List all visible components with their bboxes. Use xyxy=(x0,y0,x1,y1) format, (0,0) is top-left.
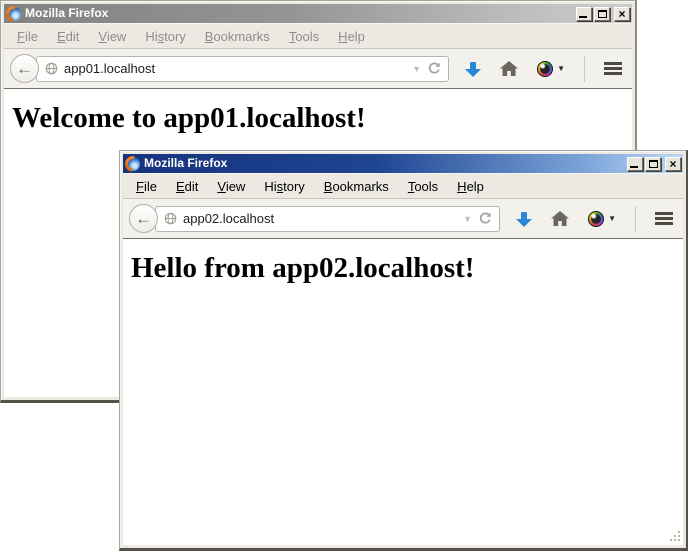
chevron-down-icon: ▼ xyxy=(608,214,616,223)
hamburger-menu-button[interactable] xyxy=(604,62,622,75)
url-dropdown-icon[interactable]: ▼ xyxy=(412,64,421,74)
reload-icon[interactable] xyxy=(427,61,442,76)
menu-file[interactable]: File xyxy=(129,176,164,197)
close-icon: × xyxy=(618,9,625,19)
maximize-button[interactable] xyxy=(645,157,661,171)
minimize-icon xyxy=(630,166,638,168)
close-icon: × xyxy=(669,159,676,169)
title-bar[interactable]: Mozilla Firefox × xyxy=(4,4,632,23)
url-text[interactable]: app01.localhost xyxy=(64,61,406,76)
maximize-button[interactable] xyxy=(594,7,610,21)
download-button[interactable] xyxy=(465,61,481,77)
menu-help[interactable]: Help xyxy=(331,26,372,47)
menu-bookmarks[interactable]: Bookmarks xyxy=(198,26,277,47)
back-button[interactable]: ← xyxy=(10,54,39,83)
globe-icon xyxy=(164,212,177,225)
desktop: Mozilla Firefox × FileEditViewHistoryBoo… xyxy=(0,0,688,551)
menu-tools[interactable]: Tools xyxy=(401,176,445,197)
menu-view[interactable]: View xyxy=(91,26,133,47)
url-dropdown-icon[interactable]: ▼ xyxy=(463,214,472,224)
minimize-button[interactable] xyxy=(627,157,643,171)
hamburger-menu-button[interactable] xyxy=(655,212,673,225)
resize-grip[interactable] xyxy=(668,530,681,543)
navigation-toolbar: ← app02.localhost ▼ xyxy=(123,198,683,239)
menu-edit[interactable]: Edit xyxy=(50,26,86,47)
menu-history[interactable]: History xyxy=(138,26,192,47)
url-bar[interactable]: app02.localhost ▼ xyxy=(155,206,500,232)
menu-history[interactable]: History xyxy=(257,176,311,197)
window-title: Mozilla Firefox xyxy=(25,6,572,21)
download-button[interactable] xyxy=(516,211,532,227)
menu-tools[interactable]: Tools xyxy=(282,26,326,47)
addon-menu-button[interactable]: ▼ xyxy=(537,61,565,77)
home-button[interactable] xyxy=(551,211,569,227)
menu-view[interactable]: View xyxy=(210,176,252,197)
firefox-window-app02: Mozilla Firefox × FileEditViewHistory Boo… xyxy=(119,150,688,551)
globe-icon xyxy=(45,62,58,75)
chevron-down-icon: ▼ xyxy=(557,64,565,73)
title-bar[interactable]: Mozilla Firefox × xyxy=(123,154,683,173)
maximize-icon xyxy=(598,10,607,18)
firefox-logo-icon xyxy=(126,157,140,171)
back-arrow-icon: ← xyxy=(16,59,33,79)
menu-bookmarks[interactable]: Bookmarks xyxy=(317,176,396,197)
reload-icon[interactable] xyxy=(478,211,493,226)
page-content: Hello from app02.localhost! xyxy=(123,239,683,545)
color-wheel-icon xyxy=(537,61,553,77)
window-title: Mozilla Firefox xyxy=(144,156,623,171)
color-wheel-icon xyxy=(588,211,604,227)
page-heading: Welcome to app01.localhost! xyxy=(4,89,632,135)
back-button[interactable]: ← xyxy=(129,204,158,233)
back-arrow-icon: ← xyxy=(135,209,152,229)
navigation-toolbar: ← app01.localhost ▼ xyxy=(4,48,632,89)
maximize-icon xyxy=(649,160,658,168)
url-text[interactable]: app02.localhost xyxy=(183,211,457,226)
menu-bar: FileEditViewHistory BookmarksToolsHelp xyxy=(4,23,632,48)
minimize-icon xyxy=(579,16,587,18)
page-heading: Hello from app02.localhost! xyxy=(123,239,683,285)
minimize-button[interactable] xyxy=(576,7,592,21)
firefox-logo-icon xyxy=(7,7,21,21)
close-button[interactable]: × xyxy=(614,7,630,21)
url-bar[interactable]: app01.localhost ▼ xyxy=(36,56,449,82)
menu-file[interactable]: File xyxy=(10,26,45,47)
toolbar-separator xyxy=(635,206,636,232)
addon-menu-button[interactable]: ▼ xyxy=(588,211,616,227)
menu-edit[interactable]: Edit xyxy=(169,176,205,197)
menu-bar: FileEditViewHistory BookmarksToolsHelp xyxy=(123,173,683,198)
menu-help[interactable]: Help xyxy=(450,176,491,197)
close-button[interactable]: × xyxy=(665,157,681,171)
toolbar-separator xyxy=(584,56,585,82)
home-button[interactable] xyxy=(500,61,518,77)
